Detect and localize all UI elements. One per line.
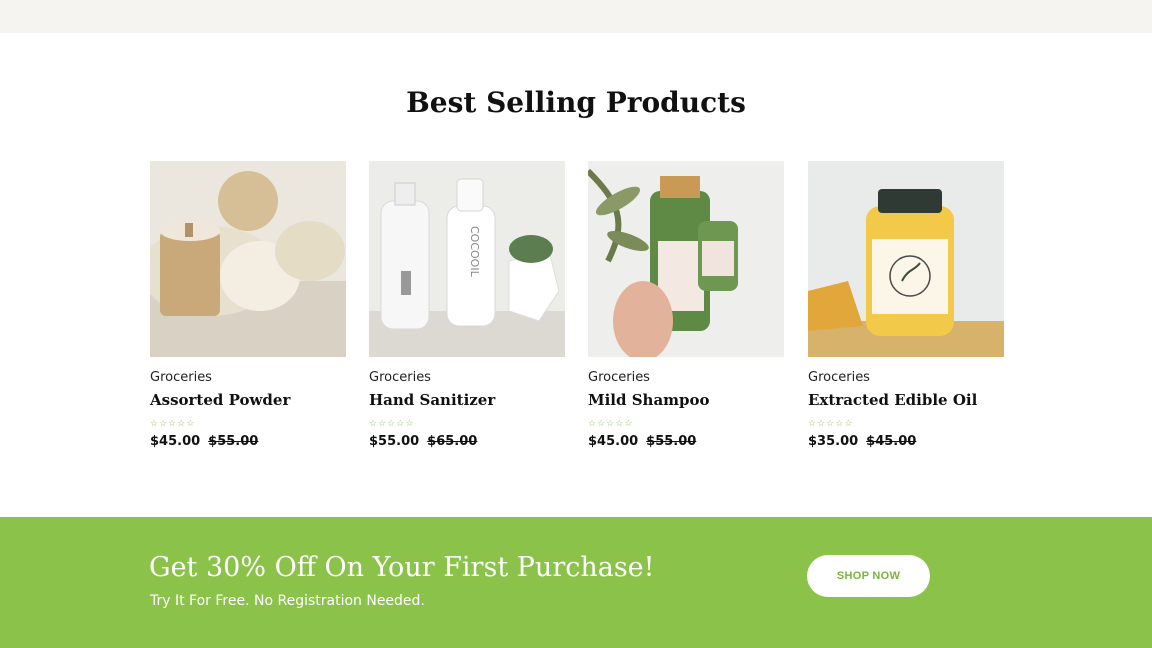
star-icon: ☆ [624,418,633,428]
product-category[interactable]: Groceries [588,370,784,385]
current-price: $55.00 [369,434,420,449]
product-name[interactable]: Hand Sanitizer [369,391,565,409]
product-card: Groceries Mild Shampoo ☆ ☆ ☆ ☆ ☆ $45.00 $55.0… [588,161,784,449]
product-image[interactable]: COCOOIL [369,161,565,357]
product-card: COCOOIL Groceries Hand Sanitizer ☆ ☆ ☆ ☆ ☆ $… [369,161,565,449]
old-price: $45.00 [866,434,917,449]
star-icon: ☆ [396,418,405,428]
price-row: $55.00 $65.00 [369,434,565,449]
star-icon: ☆ [168,418,177,428]
star-icon: ☆ [150,418,159,428]
rating-stars: ☆ ☆ ☆ ☆ ☆ [150,418,346,428]
star-icon: ☆ [615,418,624,428]
svg-text:COCOOIL: COCOOIL [468,226,481,278]
star-icon: ☆ [597,418,606,428]
product-image[interactable] [150,161,346,357]
product-name[interactable]: Mild Shampoo [588,391,784,409]
price-row: $45.00 $55.00 [150,434,346,449]
current-price: $45.00 [588,434,639,449]
star-icon: ☆ [588,418,597,428]
old-price: $55.00 [208,434,259,449]
star-icon: ☆ [835,418,844,428]
rating-stars: ☆ ☆ ☆ ☆ ☆ [588,418,784,428]
product-card: Groceries Assorted Powder ☆ ☆ ☆ ☆ ☆ $45.00 $5… [150,161,346,449]
product-category[interactable]: Groceries [808,370,1004,385]
star-icon: ☆ [826,418,835,428]
star-icon: ☆ [808,418,817,428]
product-name[interactable]: Assorted Powder [150,391,346,409]
star-icon: ☆ [378,418,387,428]
price-row: $35.00 $45.00 [808,434,1004,449]
star-icon: ☆ [387,418,396,428]
product-category[interactable]: Groceries [369,370,565,385]
section-title: Best Selling Products [406,86,746,119]
current-price: $35.00 [808,434,859,449]
star-icon: ☆ [817,418,826,428]
old-price: $55.00 [646,434,697,449]
star-icon: ☆ [369,418,378,428]
star-icon: ☆ [177,418,186,428]
old-price: $65.00 [427,434,478,449]
star-icon: ☆ [186,418,195,428]
product-card: Groceries Extracted Edible Oil ☆ ☆ ☆ ☆ ☆ $35… [808,161,1004,449]
rating-stars: ☆ ☆ ☆ ☆ ☆ [808,418,1004,428]
promo-subtext: Try It For Free. No Registration Needed. [150,593,425,609]
shop-now-button[interactable]: SHOP NOW [807,555,930,597]
star-icon: ☆ [606,418,615,428]
star-icon: ☆ [405,418,414,428]
product-image[interactable] [588,161,784,357]
star-icon: ☆ [159,418,168,428]
promo-banner: Get 30% Off On Your First Purchase! Try … [0,517,1152,648]
star-icon: ☆ [844,418,853,428]
product-category[interactable]: Groceries [150,370,346,385]
current-price: $45.00 [150,434,201,449]
top-strip [0,0,1152,33]
price-row: $45.00 $55.00 [588,434,784,449]
promo-heading: Get 30% Off On Your First Purchase! [149,552,655,583]
product-image[interactable] [808,161,1004,357]
rating-stars: ☆ ☆ ☆ ☆ ☆ [369,418,565,428]
product-name[interactable]: Extracted Edible Oil [808,391,1004,409]
